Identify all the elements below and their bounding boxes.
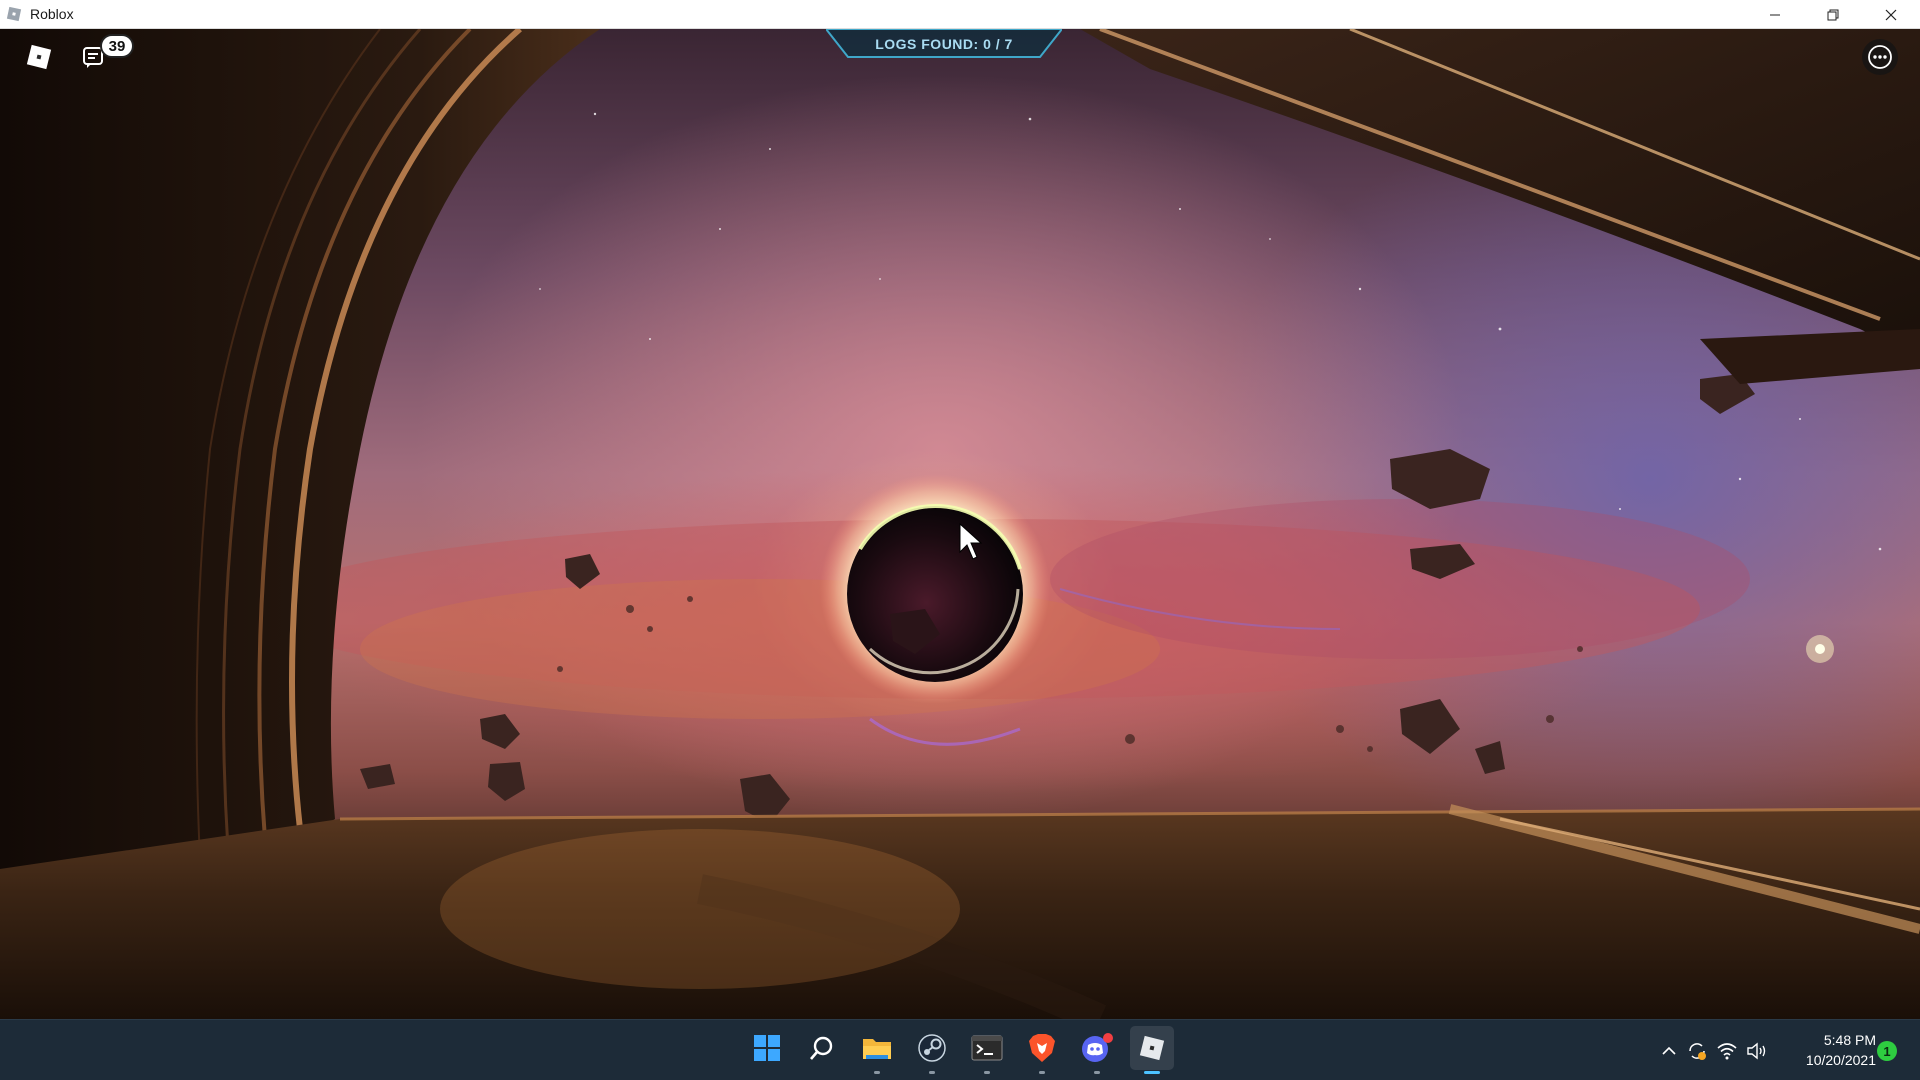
sync-icon bbox=[1689, 1042, 1706, 1060]
sync-status-button[interactable] bbox=[1682, 1031, 1712, 1071]
windows-taskbar: 5:48 PM 10/20/2021 1 bbox=[0, 1019, 1920, 1080]
taskbar-roblox[interactable] bbox=[1130, 1026, 1174, 1074]
start-button[interactable] bbox=[745, 1026, 789, 1070]
taskbar-file-explorer[interactable] bbox=[855, 1026, 899, 1074]
terminal-icon bbox=[971, 1035, 1003, 1061]
clock-time: 5:48 PM bbox=[1823, 1032, 1876, 1048]
brave-lion-icon bbox=[1029, 1034, 1055, 1062]
steam-icon bbox=[918, 1034, 946, 1062]
chevron-up-icon bbox=[1662, 1046, 1676, 1055]
close-window-button[interactable] bbox=[1862, 0, 1920, 29]
taskbar-steam[interactable] bbox=[910, 1026, 954, 1074]
close-icon bbox=[1885, 9, 1897, 20]
discord-icon bbox=[1082, 1033, 1113, 1062]
search-icon bbox=[810, 1036, 833, 1060]
notification-center-badge[interactable]: 1 bbox=[1877, 1041, 1897, 1061]
taskbar-clock[interactable]: 5:48 PM 10/20/2021 bbox=[1786, 1030, 1876, 1070]
window-title: Roblox bbox=[30, 6, 74, 22]
system-tray bbox=[1656, 1020, 1772, 1080]
wifi-icon bbox=[1717, 1042, 1737, 1059]
running-indicator bbox=[1039, 1071, 1045, 1074]
roblox-icon bbox=[1139, 1035, 1165, 1061]
logs-found-text: LOGS FOUND: 0 / 7 bbox=[875, 36, 1013, 52]
show-hidden-icons-button[interactable] bbox=[1656, 1031, 1682, 1071]
taskbar-discord[interactable] bbox=[1075, 1026, 1119, 1074]
volume-button[interactable] bbox=[1742, 1031, 1772, 1071]
windows-logo-icon bbox=[754, 1035, 780, 1061]
active-app-indicator bbox=[1144, 1071, 1160, 1074]
search-button[interactable] bbox=[800, 1026, 844, 1070]
restore-button[interactable] bbox=[1804, 0, 1862, 29]
roblox-app-icon bbox=[6, 6, 22, 22]
taskbar-brave[interactable] bbox=[1020, 1026, 1064, 1074]
running-indicator bbox=[1094, 1071, 1100, 1074]
folder-icon bbox=[863, 1039, 891, 1059]
space-station-scene bbox=[0, 29, 1920, 1019]
clock-date: 10/20/2021 bbox=[1805, 1052, 1876, 1068]
game-viewport[interactable] bbox=[0, 29, 1920, 1019]
roblox-logo-icon bbox=[26, 44, 52, 70]
minimize-button[interactable] bbox=[1746, 0, 1804, 29]
minimize-icon bbox=[1770, 14, 1780, 15]
logs-found-banner: LOGS FOUND: 0 / 7 bbox=[826, 29, 1062, 59]
roblox-menu-button[interactable] bbox=[22, 40, 56, 74]
taskbar-terminal[interactable] bbox=[965, 1026, 1009, 1074]
wifi-button[interactable] bbox=[1712, 1031, 1742, 1071]
speaker-icon bbox=[1747, 1042, 1766, 1059]
running-indicator bbox=[874, 1071, 880, 1074]
more-options-button[interactable] bbox=[1862, 39, 1898, 75]
ellipsis-icon bbox=[1868, 45, 1892, 69]
running-indicator bbox=[929, 1071, 935, 1074]
chat-unread-badge: 39 bbox=[100, 34, 134, 58]
window-title-bar: Roblox bbox=[0, 0, 1920, 29]
running-indicator bbox=[984, 1071, 990, 1074]
restore-icon bbox=[1827, 9, 1839, 20]
